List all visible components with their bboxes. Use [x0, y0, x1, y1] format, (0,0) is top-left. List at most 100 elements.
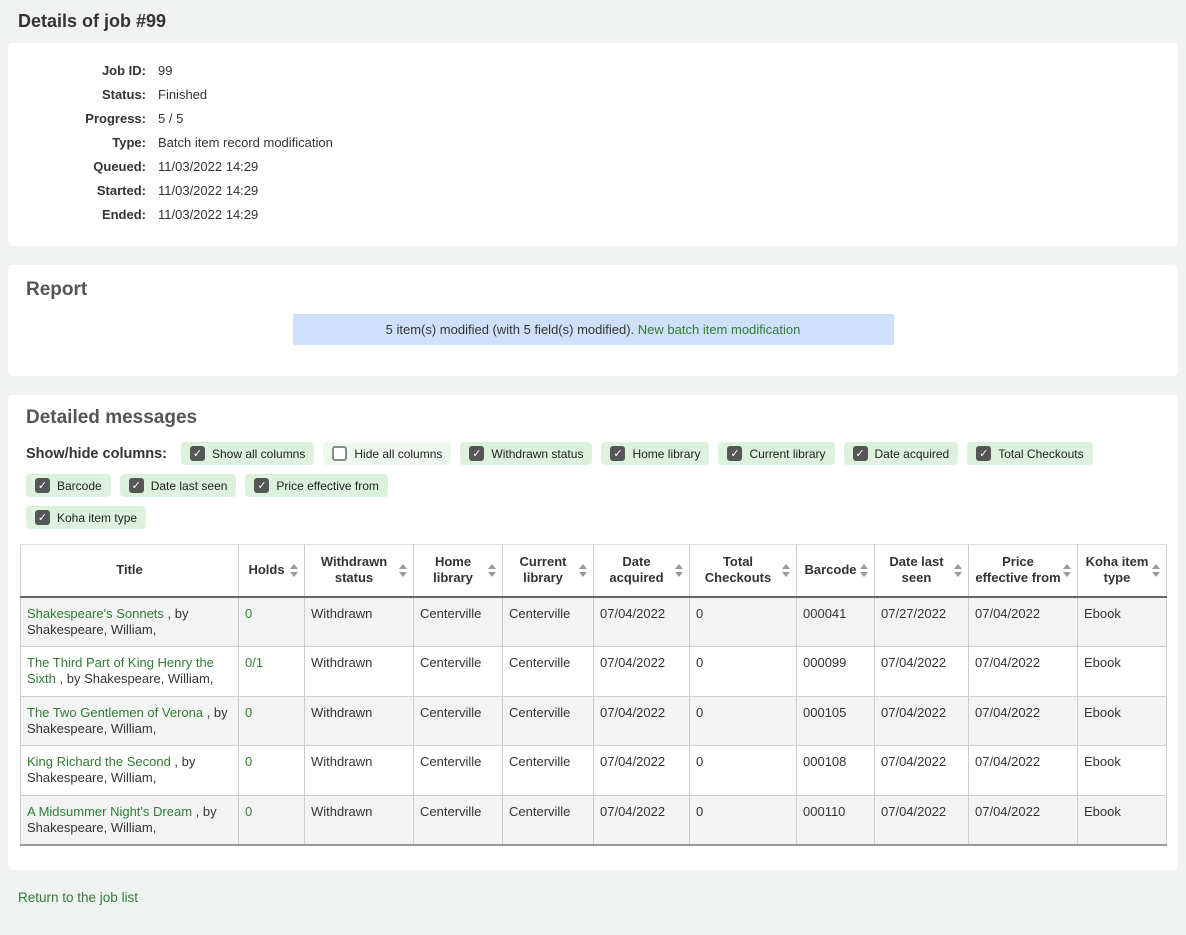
column-header-label: Date last seen [889, 554, 943, 585]
report-message-text: 5 item(s) modified (with 5 field(s) modi… [386, 322, 635, 337]
column-toggle-label: Show all columns [212, 447, 305, 461]
column-header[interactable]: Date last seen [875, 545, 969, 597]
column-header[interactable]: Date acquired [594, 545, 690, 597]
cell-koha-item-type: Ebook [1078, 795, 1167, 845]
cell-title: The Third Part of King Henry the Sixth ,… [21, 647, 239, 697]
cell-withdrawn-status: Withdrawn [305, 696, 414, 746]
column-header[interactable]: Withdrawn status [305, 545, 414, 597]
cell-price-effective-from: 07/04/2022 [969, 647, 1078, 697]
table-header-row: Title Holds Withdrawn status Home librar… [21, 545, 1167, 597]
column-toggles-row-1: Show/hide columns: ✓ Show all columns Hi… [26, 442, 1166, 497]
cell-holds: 0 [239, 597, 305, 647]
holds-link[interactable]: 0 [245, 804, 252, 819]
cell-withdrawn-status: Withdrawn [305, 597, 414, 647]
column-header-label: Home library [433, 554, 473, 585]
job-detail-label: Queued: [20, 160, 146, 174]
column-toggle[interactable]: ✓ Barcode [26, 474, 111, 497]
cell-date-last-seen: 07/27/2022 [875, 597, 969, 647]
cell-title: A Midsummer Night's Dream , by Shakespea… [21, 795, 239, 845]
table-header: Title Holds Withdrawn status Home librar… [21, 545, 1167, 597]
checkbox-icon: ✓ [727, 446, 742, 461]
column-toggle[interactable]: ✓ Home library [601, 442, 709, 465]
column-toggle[interactable]: Hide all columns [323, 442, 451, 465]
column-toggle[interactable]: ✓ Current library [718, 442, 834, 465]
checkbox-icon: ✓ [976, 446, 991, 461]
column-header-label: Barcode [804, 562, 856, 577]
cell-price-effective-from: 07/04/2022 [969, 597, 1078, 647]
job-detail-value: 5 / 5 [158, 112, 183, 126]
column-toggle[interactable]: ✓ Withdrawn status [460, 442, 592, 465]
holds-link[interactable]: 0 [245, 754, 252, 769]
column-header-label: Current library [520, 554, 567, 585]
cell-barcode: 000041 [797, 597, 875, 647]
job-detail-row: Ended: 11/03/2022 14:29 [20, 208, 1166, 222]
column-toggle[interactable]: ✓ Show all columns [181, 442, 314, 465]
cell-current-library: Centerville [503, 597, 594, 647]
cell-title: King Richard the Second , by Shakespeare… [21, 746, 239, 796]
title-link[interactable]: The Two Gentlemen of Verona [27, 705, 203, 720]
report-panel: Report 5 item(s) modified (with 5 field(… [8, 265, 1178, 376]
checkbox-icon: ✓ [853, 446, 868, 461]
sort-icon [860, 564, 869, 577]
column-header[interactable]: Current library [503, 545, 594, 597]
column-header[interactable]: Holds [239, 545, 305, 597]
column-header[interactable]: Koha item type [1078, 545, 1167, 597]
holds-link[interactable]: 0 [245, 606, 252, 621]
holds-link[interactable]: 0 [245, 705, 252, 720]
job-detail-value: 11/03/2022 14:29 [158, 184, 258, 198]
new-batch-item-modification-link[interactable]: New batch item modification [638, 322, 801, 337]
column-header-label: Total Checkouts [705, 554, 771, 585]
job-detail-value: 11/03/2022 14:29 [158, 160, 258, 174]
table-row: Shakespeare's Sonnets , by Shakespeare, … [21, 597, 1167, 647]
column-header[interactable]: Price effective from [969, 545, 1078, 597]
checkbox-icon: ✓ [35, 478, 50, 493]
cell-date-last-seen: 07/04/2022 [875, 746, 969, 796]
job-detail-row: Status: Finished [20, 88, 1166, 102]
column-toggles-row-2: ✓ Koha item type [26, 506, 1166, 529]
cell-koha-item-type: Ebook [1078, 696, 1167, 746]
job-detail-row: Progress: 5 / 5 [20, 112, 1166, 126]
sort-icon [1063, 564, 1072, 577]
column-toggle[interactable]: ✓ Date last seen [120, 474, 237, 497]
cell-withdrawn-status: Withdrawn [305, 746, 414, 796]
cell-price-effective-from: 07/04/2022 [969, 696, 1078, 746]
column-header: Title [21, 545, 239, 597]
column-toggle[interactable]: ✓ Price effective from [245, 474, 387, 497]
title-link[interactable]: King Richard the Second [27, 754, 171, 769]
job-detail-label: Job ID: [20, 64, 146, 78]
sort-icon [399, 564, 408, 577]
column-header[interactable]: Home library [414, 545, 503, 597]
cell-withdrawn-status: Withdrawn [305, 795, 414, 845]
job-detail-value: Finished [158, 88, 207, 102]
column-toggle[interactable]: ✓ Date acquired [844, 442, 959, 465]
cell-title: Shakespeare's Sonnets , by Shakespeare, … [21, 597, 239, 647]
job-detail-value: 11/03/2022 14:29 [158, 208, 258, 222]
column-visibility-controls: Show/hide columns: ✓ Show all columns Hi… [26, 442, 1166, 529]
job-detail-row: Queued: 11/03/2022 14:29 [20, 160, 1166, 174]
cell-current-library: Centerville [503, 795, 594, 845]
cell-home-library: Centerville [414, 696, 503, 746]
title-author-text: , by Shakespeare, William, [56, 671, 214, 686]
column-header[interactable]: Barcode [797, 545, 875, 597]
column-toggle-label: Current library [749, 447, 825, 461]
cell-date-acquired: 07/04/2022 [594, 746, 690, 796]
return-to-job-list-link[interactable]: Return to the job list [18, 890, 138, 905]
column-toggle[interactable]: ✓ Total Checkouts [967, 442, 1092, 465]
job-detail-row: Type: Batch item record modification [20, 136, 1166, 150]
title-link[interactable]: A Midsummer Night's Dream [27, 804, 192, 819]
sort-icon [488, 564, 497, 577]
holds-link[interactable]: 0/1 [245, 655, 263, 670]
column-toggle-label: Date last seen [151, 479, 228, 493]
cell-koha-item-type: Ebook [1078, 597, 1167, 647]
sort-icon [290, 564, 299, 577]
table-row: King Richard the Second , by Shakespeare… [21, 746, 1167, 796]
checkbox-icon: ✓ [469, 446, 484, 461]
title-link[interactable]: Shakespeare's Sonnets [27, 606, 164, 621]
cell-koha-item-type: Ebook [1078, 647, 1167, 697]
job-detail-row: Started: 11/03/2022 14:29 [20, 184, 1166, 198]
column-header[interactable]: Total Checkouts [690, 545, 797, 597]
job-detail-label: Type: [20, 136, 146, 150]
column-toggle-label: Price effective from [276, 479, 378, 493]
column-toggle-label: Withdrawn status [491, 447, 583, 461]
column-toggle[interactable]: ✓ Koha item type [26, 506, 146, 529]
